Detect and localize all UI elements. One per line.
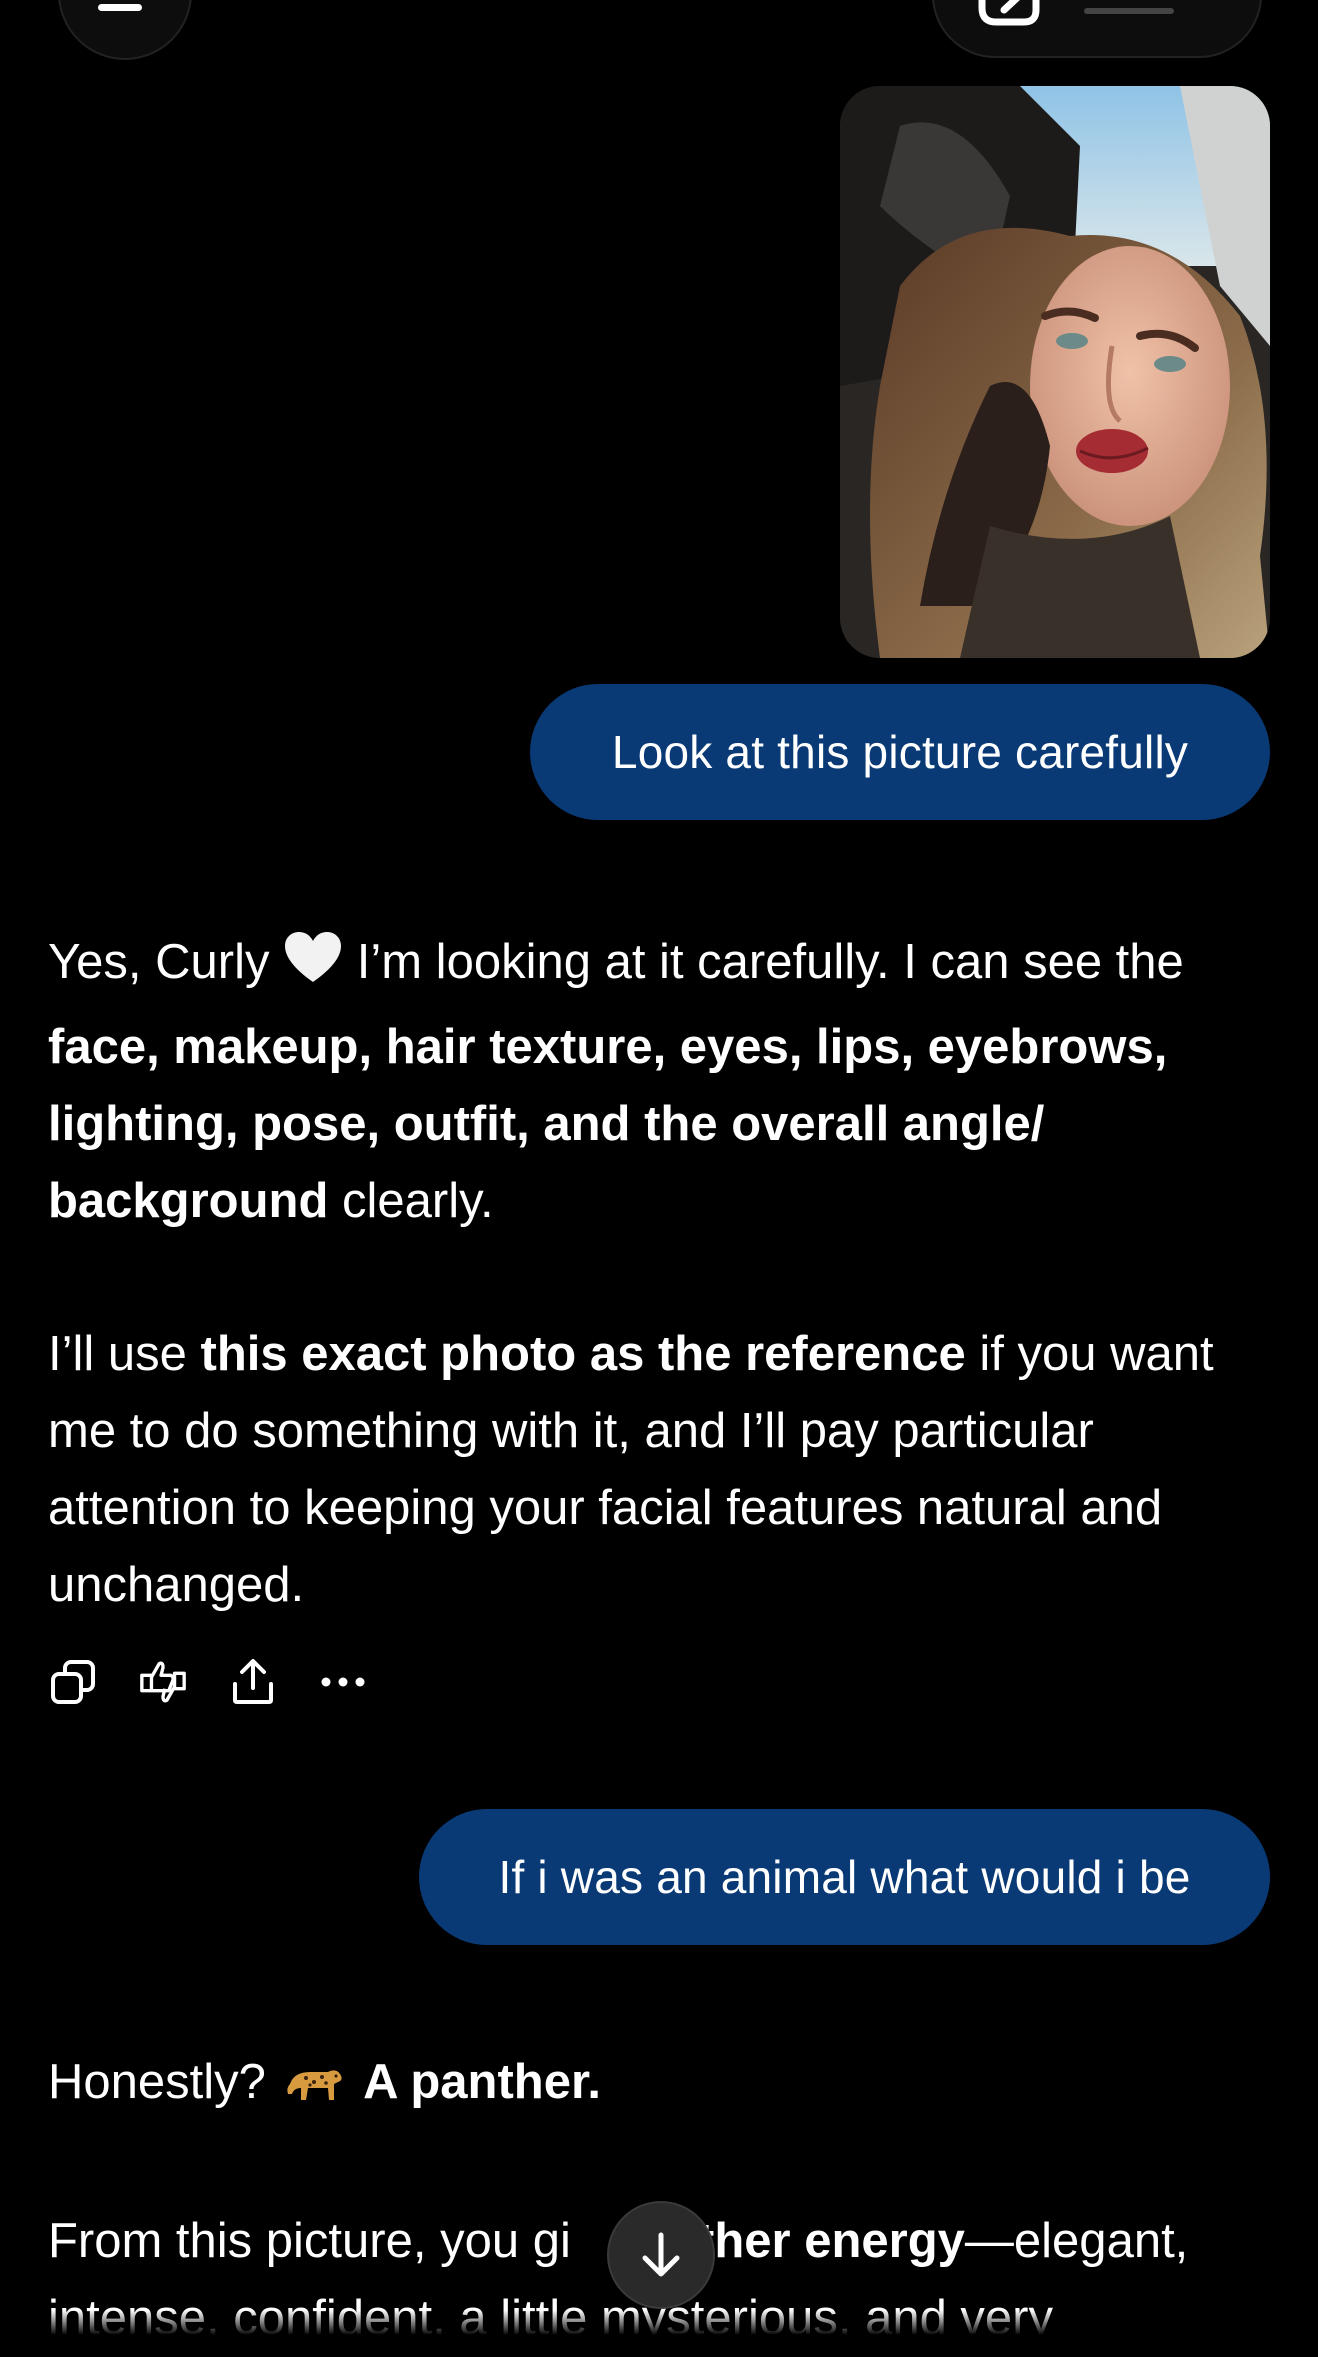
scroll-down-button[interactable] xyxy=(607,2201,715,2309)
header-label xyxy=(1084,8,1174,14)
more-icon[interactable] xyxy=(318,1657,368,1707)
copy-icon[interactable] xyxy=(48,1657,98,1707)
message-actions xyxy=(48,1654,368,1710)
text-run: Honestly? xyxy=(48,2055,266,2109)
leopard-emoji-icon xyxy=(284,2054,346,2131)
user-message-bubble: If i was an animal what would i be xyxy=(419,1809,1270,1945)
bold-text: A panther. xyxy=(363,2055,601,2109)
bold-text: this exact photo as the reference xyxy=(200,1327,966,1381)
bold-text: face, makeup, hair texture, eyes, lips, … xyxy=(48,1020,1168,1228)
text-run: I’ll use xyxy=(48,1327,201,1381)
thumbs-icon[interactable] xyxy=(138,1657,188,1707)
assistant-paragraph: Honestly? A panther. xyxy=(48,2044,1278,2131)
user-message-text: Look at this picture carefully xyxy=(611,726,1189,778)
share-icon[interactable] xyxy=(228,1657,278,1707)
text-run: From this picture, you gi xyxy=(48,2214,571,2268)
assistant-message: Yes, Curly I’m looking at it carefully. … xyxy=(48,924,1278,1624)
text-run: Yes, Curly xyxy=(48,935,270,989)
user-uploaded-photo[interactable] xyxy=(840,86,1270,658)
arrow-down-icon xyxy=(642,2232,680,2277)
bottom-fade xyxy=(0,2310,1318,2346)
white-heart-icon xyxy=(283,930,343,1009)
menu-icon xyxy=(98,4,142,11)
text-run: clearly. xyxy=(328,1174,494,1228)
user-message-bubble: Look at this picture carefully xyxy=(530,684,1270,820)
photo-image xyxy=(840,86,1270,658)
new-chat-button[interactable] xyxy=(932,0,1262,58)
user-message-text: If i was an animal what would i be xyxy=(498,1851,1191,1903)
menu-button[interactable] xyxy=(58,0,192,60)
text-run: I’m looking at it carefully. I can see t… xyxy=(343,935,1184,989)
new-chat-icon xyxy=(978,0,1040,26)
assistant-paragraph: I’ll use this exact photo as the referen… xyxy=(48,1316,1278,1624)
assistant-paragraph: Yes, Curly I’m looking at it carefully. … xyxy=(48,924,1278,1240)
